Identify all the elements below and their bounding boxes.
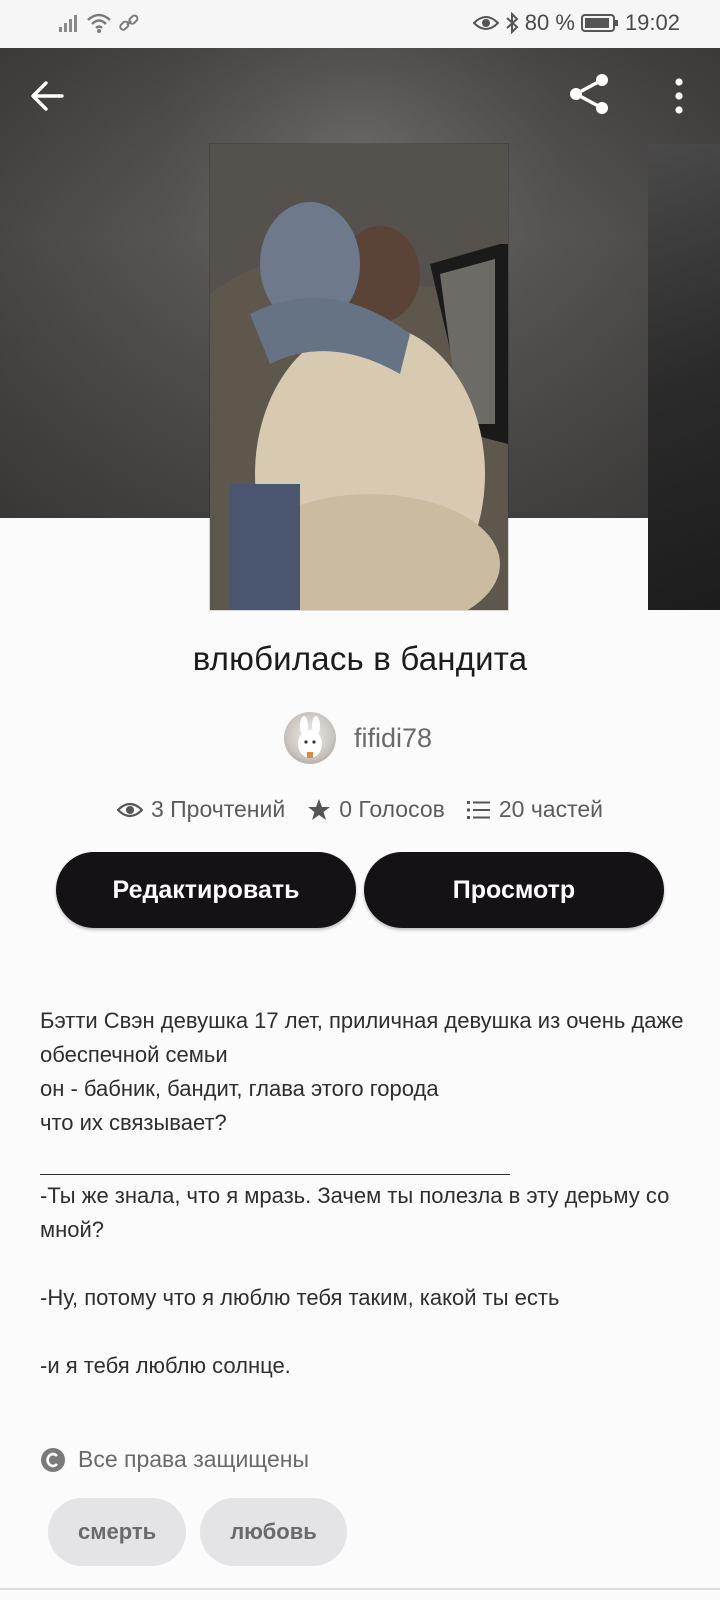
votes-count: 0 Голосов	[339, 796, 445, 822]
bunny-icon	[298, 716, 322, 758]
parts-stat: 20 частей	[466, 796, 604, 823]
quote-line: -Ну, потому что я люблю тебя таким, како…	[40, 1285, 560, 1310]
story-cover[interactable]	[210, 144, 508, 610]
quote-line: -и я тебя люблю солнце.	[40, 1353, 291, 1378]
edit-button[interactable]: Редактировать	[56, 852, 356, 928]
more-options-button[interactable]	[664, 72, 694, 120]
status-left-icons	[58, 12, 140, 34]
story-description: Бэтти Свэн девушка 17 лет, приличная дев…	[40, 1004, 690, 1383]
link-icon	[119, 14, 139, 31]
battery-icon	[580, 14, 618, 32]
parts-count: 20 частей	[498, 796, 604, 822]
next-story-cover[interactable]	[648, 144, 720, 610]
tag-chip[interactable]: смерть	[48, 1498, 187, 1566]
author-name[interactable]: fifidi78	[354, 723, 432, 754]
share-button[interactable]	[566, 70, 614, 118]
description-line: что их связывает?	[40, 1110, 227, 1135]
status-right: 80 % 19:02	[472, 10, 680, 36]
divider	[40, 1174, 510, 1175]
star-icon	[308, 798, 331, 820]
description-line: он - бабник, бандит, глава этого города	[40, 1076, 439, 1101]
copyright-text: Все права защищены	[78, 1446, 309, 1472]
battery-percent: 80 %	[524, 10, 575, 35]
avatar[interactable]	[284, 712, 336, 764]
bluetooth-icon	[506, 12, 519, 34]
action-buttons: Редактировать Просмотр	[56, 852, 664, 928]
more-vertical-icon	[675, 78, 683, 114]
story-stats: 3 Прочтений 0 Голосов 20 частей	[0, 796, 720, 823]
share-icon	[570, 74, 608, 114]
clock: 19:02	[624, 10, 680, 35]
description-line: Бэтти Свэн девушка 17 лет, приличная дев…	[40, 1008, 684, 1067]
copyright-icon	[41, 1447, 65, 1472]
wifi-icon	[87, 13, 111, 33]
status-bar: 80 % 19:02	[0, 0, 720, 48]
cover-illustration	[210, 144, 508, 610]
preview-button[interactable]: Просмотр	[364, 852, 664, 928]
eye-icon	[472, 16, 499, 30]
signal-icon	[59, 15, 77, 32]
reads-stat: 3 Прочтений	[116, 796, 286, 823]
arrow-left-icon	[31, 81, 64, 111]
author-row[interactable]: fifidi78	[284, 712, 432, 764]
bottom-divider	[0, 1588, 720, 1590]
quote-line: -Ты же знала, что я мразь. Зачем ты поле…	[40, 1183, 670, 1242]
tags-row: смерть любовь	[48, 1498, 347, 1566]
list-icon	[466, 800, 490, 819]
copyright-row: Все права защищены	[40, 1446, 309, 1473]
votes-stat: 0 Голосов	[307, 796, 445, 823]
eye-icon	[116, 802, 143, 817]
tag-chip[interactable]: любовь	[200, 1498, 347, 1566]
story-title: влюбилась в бандита	[192, 640, 528, 677]
back-button[interactable]	[26, 74, 70, 118]
reads-count: 3 Прочтений	[150, 796, 286, 822]
